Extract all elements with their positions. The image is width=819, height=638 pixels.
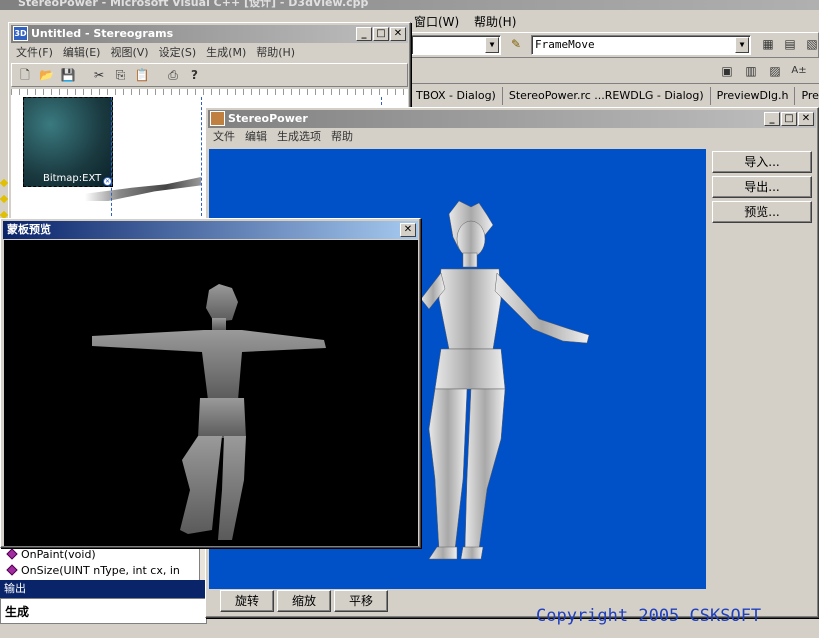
menu-settings[interactable]: 设定(S)	[154, 46, 202, 59]
menu-generate[interactable]: 生成(M)	[201, 46, 251, 59]
export-button-label: 导出...	[744, 180, 780, 194]
import-button-label: 导入...	[744, 155, 780, 169]
app-icon	[210, 111, 225, 126]
tab-toolbox-dialog[interactable]: TBOX - Dialog)	[410, 87, 503, 105]
copyright-text: Copyright 2005 CSKSOFT	[536, 606, 762, 626]
stereopower-title-bar[interactable]: StereoPower _ □ ✕	[208, 110, 816, 128]
stereograms-title-bar[interactable]: 3D Untitled - Stereograms _ □ ✕	[11, 25, 408, 43]
pan-button-label: 平移	[348, 594, 373, 608]
menu-edit[interactable]: 编辑	[240, 130, 272, 143]
output-panel-title: 输出	[0, 580, 207, 598]
copy-icon[interactable]: ⎘	[112, 66, 130, 84]
output-combo-text: 生成	[5, 605, 30, 619]
minimize-button[interactable]: _	[356, 27, 372, 41]
menu-help[interactable]: 帮助(H)	[251, 46, 300, 59]
marker-icon	[0, 194, 9, 204]
new-icon[interactable]: 🗋	[16, 66, 34, 84]
main-title-text: StereoPower - Microsoft Visual C++ [设计] …	[18, 0, 369, 9]
save-icon[interactable]: 💾	[59, 66, 77, 84]
guide-line	[111, 97, 112, 221]
class-view-icon[interactable]: ▤	[781, 35, 799, 53]
tree-item-label: OnPaint(void)	[21, 548, 96, 561]
cut-icon[interactable]: ✂	[90, 66, 108, 84]
help-icon[interactable]: ?	[186, 66, 204, 84]
export-button[interactable]: 导出...	[712, 176, 812, 198]
layout-icon[interactable]: ▣	[718, 62, 736, 80]
status-area	[0, 624, 819, 638]
maximize-button[interactable]: □	[373, 27, 389, 41]
close-button[interactable]: ✕	[798, 112, 814, 126]
print-icon[interactable]: ⎙	[164, 66, 182, 84]
main-toolbar-row2: ▣ ▥ ▨ A±	[410, 58, 819, 84]
font-size-icon[interactable]: A±	[790, 62, 808, 80]
close-button[interactable]: ✕	[400, 223, 416, 237]
stereograms-title-text: Untitled - Stereograms	[31, 27, 174, 40]
open-icon[interactable]: 📂	[38, 66, 56, 84]
toolbox-icon[interactable]: ▧	[803, 35, 819, 53]
bitmap-label: Bitmap:EXT	[43, 173, 102, 184]
size-icon[interactable]: ▨	[766, 62, 784, 80]
stereograms-toolbar: 🗋 📂 💾 ✂ ⎘ 📋 ⎙ ?	[11, 63, 408, 87]
document-tabs: TBOX - Dialog) StereoPower.rc ...REWDLG -…	[410, 87, 819, 107]
menu-window[interactable]: 窗口(W)	[414, 13, 459, 30]
output-panel: 生成	[0, 598, 207, 624]
output-title-text: 输出	[4, 582, 26, 595]
wizard-icon[interactable]: ✎	[507, 35, 525, 53]
tree-item-label: OnSize(UINT nType, int cx, in	[21, 564, 180, 577]
method-icon	[6, 564, 18, 576]
rotate-button[interactable]: 旋转	[220, 590, 274, 612]
main-title-bar: StereoPower - Microsoft Visual C++ [设计] …	[0, 0, 819, 10]
tab-previewdlg-cpp[interactable]: PreviewDlg	[795, 87, 819, 105]
method-icon	[6, 548, 18, 560]
chevron-down-icon[interactable]: ▼	[735, 37, 749, 53]
tab-previewdlg-h[interactable]: PreviewDlg.h	[711, 87, 796, 105]
function-combo-value: FrameMove	[535, 38, 595, 51]
function-combo[interactable]: FrameMove ▼	[531, 35, 751, 55]
menu-help[interactable]: 帮助(H)	[474, 13, 516, 30]
menu-file[interactable]: 文件	[208, 130, 240, 143]
zoom-button[interactable]: 缩放	[277, 590, 331, 612]
mask-preview-title-bar[interactable]: 蒙板预览 ✕	[3, 221, 418, 239]
menu-help[interactable]: 帮助	[326, 130, 358, 143]
close-button[interactable]: ✕	[390, 27, 406, 41]
app-icon: 3D	[13, 26, 28, 41]
tab-stereopower-rc[interactable]: StereoPower.rc ...REWDLG - Dialog)	[503, 87, 711, 105]
properties-icon[interactable]: ▦	[759, 35, 777, 53]
depth-silhouette	[92, 284, 326, 540]
chevron-down-icon[interactable]: ▼	[485, 37, 499, 53]
minimize-button[interactable]: _	[764, 112, 780, 126]
tree-item-onpaint[interactable]: OnPaint(void)	[6, 548, 96, 561]
depth-map-canvas	[4, 240, 418, 546]
mask-preview-window: 蒙板预览 ✕	[0, 218, 421, 548]
zoom-button-label: 缩放	[291, 594, 316, 608]
guide-line	[201, 97, 202, 221]
menu-generate-options[interactable]: 生成选项	[272, 130, 326, 143]
stereopower-menu: 文件 编辑 生成选项 帮助	[208, 128, 816, 146]
preview-button[interactable]: 预览...	[712, 201, 812, 223]
marker-icon	[0, 178, 9, 188]
stereopower-title-text: StereoPower	[228, 112, 308, 125]
main-toolbar-row1: ▼ ✎ FrameMove ▼ ▦ ▤ ▧	[410, 32, 819, 58]
maximize-button[interactable]: □	[781, 112, 797, 126]
tree-item-onsize[interactable]: OnSize(UINT nType, int cx, in	[6, 564, 180, 577]
menu-edit[interactable]: 编辑(E)	[58, 46, 106, 59]
ruler	[11, 89, 408, 95]
align-icon[interactable]: ▥	[742, 62, 760, 80]
config-combo[interactable]: ▼	[411, 35, 501, 55]
stereograms-menu: 文件(F) 编辑(E) 视图(V) 设定(S) 生成(M) 帮助(H)	[11, 44, 408, 62]
mask-preview-title-text: 蒙板预览	[7, 223, 51, 236]
rotate-button-label: 旋转	[234, 594, 259, 608]
preview-button-label: 预览...	[744, 205, 780, 219]
import-button[interactable]: 导入...	[712, 151, 812, 173]
menu-file[interactable]: 文件(F)	[11, 46, 58, 59]
menu-view[interactable]: 视图(V)	[105, 46, 153, 59]
pan-button[interactable]: 平移	[334, 590, 388, 612]
paste-icon[interactable]: 📋	[133, 66, 151, 84]
class-view-panel: OnPaint(void) OnSize(UINT nType, int cx,…	[0, 546, 207, 580]
